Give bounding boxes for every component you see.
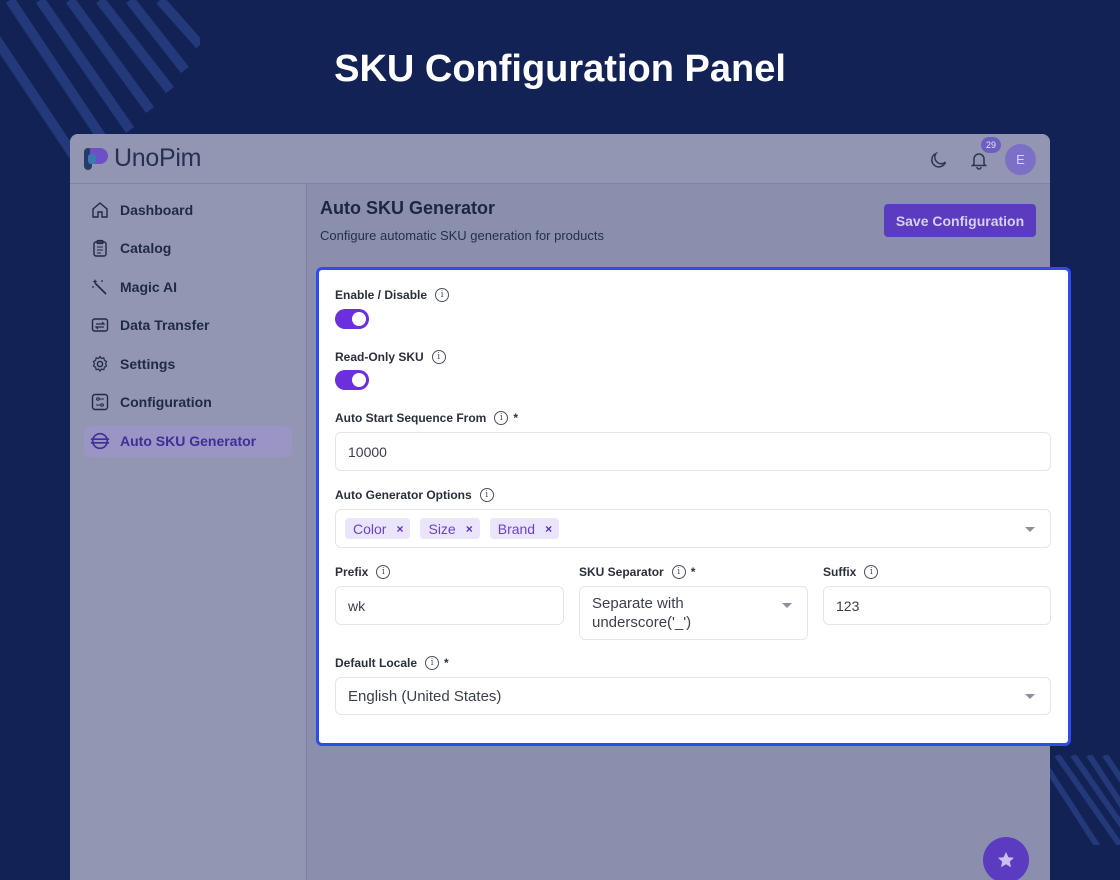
start-sequence-label: Auto Start Sequence From i * [335, 411, 518, 425]
suffix-input[interactable]: 123 [823, 586, 1051, 625]
info-icon[interactable]: i [494, 411, 509, 425]
start-sequence-label-text: Auto Start Sequence From [335, 411, 487, 425]
separator-select[interactable]: Separate with underscore('_') [579, 586, 808, 640]
remove-chip-icon[interactable]: × [545, 522, 552, 536]
sidebar-item-settings[interactable]: Settings [84, 348, 292, 379]
option-chip-brand: Brand × [489, 518, 560, 539]
home-icon [90, 200, 110, 220]
chevron-down-icon[interactable] [1025, 694, 1035, 699]
sidebar-item-auto-sku-generator[interactable]: Auto SKU Generator [84, 425, 292, 457]
prefix-label: Prefix i [335, 565, 391, 579]
locale-select[interactable]: English (United States) [335, 677, 1051, 715]
readonly-label: Read-Only SKU i [335, 350, 446, 364]
data-transfer-icon [90, 315, 110, 335]
gear-icon [90, 354, 110, 374]
sidebar-item-catalog[interactable]: Catalog [84, 233, 292, 264]
sidebar-item-label: Auto SKU Generator [120, 433, 257, 450]
info-icon[interactable]: i [671, 565, 686, 579]
moon-icon [931, 151, 947, 168]
chip-label: Color [353, 520, 387, 537]
enable-label: Enable / Disable i [335, 288, 450, 302]
decorative-stripes-bottom-right [1045, 755, 1120, 845]
chip-label: Size [428, 520, 456, 537]
sidebar-item-label: Catalog [120, 240, 172, 257]
chevron-down-icon[interactable] [1025, 527, 1035, 532]
unopim-logo-icon [84, 147, 108, 170]
sidebar-item-label: Data Transfer [120, 317, 210, 334]
enable-toggle[interactable] [335, 309, 369, 329]
configuration-panel: Enable / Disable i Read-Only SKU i Auto … [316, 267, 1071, 746]
page-title: Auto SKU Generator [320, 198, 496, 218]
save-configuration-button[interactable]: Save Configuration [884, 204, 1036, 237]
prefix-label-text: Prefix [335, 565, 369, 579]
required-mark: * [444, 656, 449, 670]
dark-mode-toggle[interactable] [925, 146, 953, 174]
sidebar-item-magic-ai[interactable]: Magic AI [84, 271, 292, 302]
suffix-label: Suffix i [823, 565, 879, 579]
clipboard-icon [90, 238, 110, 258]
sku-generator-icon [90, 431, 110, 451]
generator-options-label: Auto Generator Options i [335, 488, 494, 502]
locale-value: English (United States) [348, 687, 502, 705]
avatar[interactable]: E [1005, 144, 1036, 175]
info-icon[interactable]: i [376, 565, 391, 579]
sidebar-item-label: Settings [120, 355, 176, 372]
sidebar-item-label: Configuration [120, 394, 212, 411]
locale-label-text: Default Locale [335, 656, 418, 670]
separator-value: Separate with underscore('_') [592, 595, 692, 631]
required-mark: * [690, 565, 696, 579]
sidebar-item-label: Magic AI [120, 278, 178, 295]
option-chip-color: Color × [345, 518, 411, 539]
sidebar-item-dashboard[interactable]: Dashboard [84, 194, 292, 225]
prefix-value: wk [348, 597, 366, 614]
top-bar: UnoPim 29 E [70, 134, 1050, 184]
remove-chip-icon[interactable]: × [466, 522, 473, 536]
page-subtitle: Configure automatic SKU generation for p… [320, 228, 604, 243]
star-icon [998, 852, 1014, 868]
locale-label: Default Locale i * [335, 656, 449, 670]
remove-chip-icon[interactable]: × [396, 522, 403, 536]
info-icon[interactable]: i [431, 350, 446, 364]
enable-label-text: Enable / Disable [335, 288, 428, 302]
magic-wand-icon [90, 277, 110, 297]
favorite-button[interactable] [983, 837, 1029, 880]
notification-count-badge: 29 [980, 136, 1001, 153]
info-icon[interactable]: i [479, 488, 494, 502]
info-icon[interactable]: i [435, 288, 450, 302]
notifications-button[interactable]: 29 [965, 136, 1001, 174]
logo-text: UnoPim [114, 144, 202, 172]
chip-label: Brand [497, 520, 536, 537]
generator-options-label-text: Auto Generator Options [335, 488, 472, 502]
sidebar: Dashboard Catalog Magic AI Data Transfer… [70, 184, 307, 880]
logo[interactable]: UnoPim [84, 144, 201, 173]
info-icon[interactable]: i [864, 565, 879, 579]
info-icon[interactable]: i [425, 656, 440, 670]
sliders-icon [90, 392, 110, 412]
chevron-down-icon[interactable] [782, 603, 792, 608]
sidebar-item-configuration[interactable]: Configuration [84, 387, 292, 418]
readonly-label-text: Read-Only SKU [335, 350, 424, 364]
required-mark: * [513, 411, 519, 425]
sidebar-item-label: Dashboard [120, 201, 194, 218]
start-sequence-input[interactable]: 10000 [335, 432, 1051, 471]
generator-options-multiselect[interactable]: Color × Size × Brand × [335, 509, 1051, 548]
start-sequence-value: 10000 [348, 443, 387, 460]
readonly-toggle[interactable] [335, 370, 369, 390]
sidebar-item-data-transfer[interactable]: Data Transfer [84, 310, 292, 341]
suffix-label-text: Suffix [823, 565, 857, 579]
separator-label-text: SKU Separator [579, 565, 664, 579]
option-chip-size: Size × [420, 518, 480, 539]
bell-icon [970, 152, 988, 170]
suffix-value: 123 [836, 597, 860, 614]
separator-label: SKU Separator i * [579, 565, 695, 579]
hero-title: SKU Configuration Panel [334, 48, 786, 90]
prefix-input[interactable]: wk [335, 586, 564, 625]
